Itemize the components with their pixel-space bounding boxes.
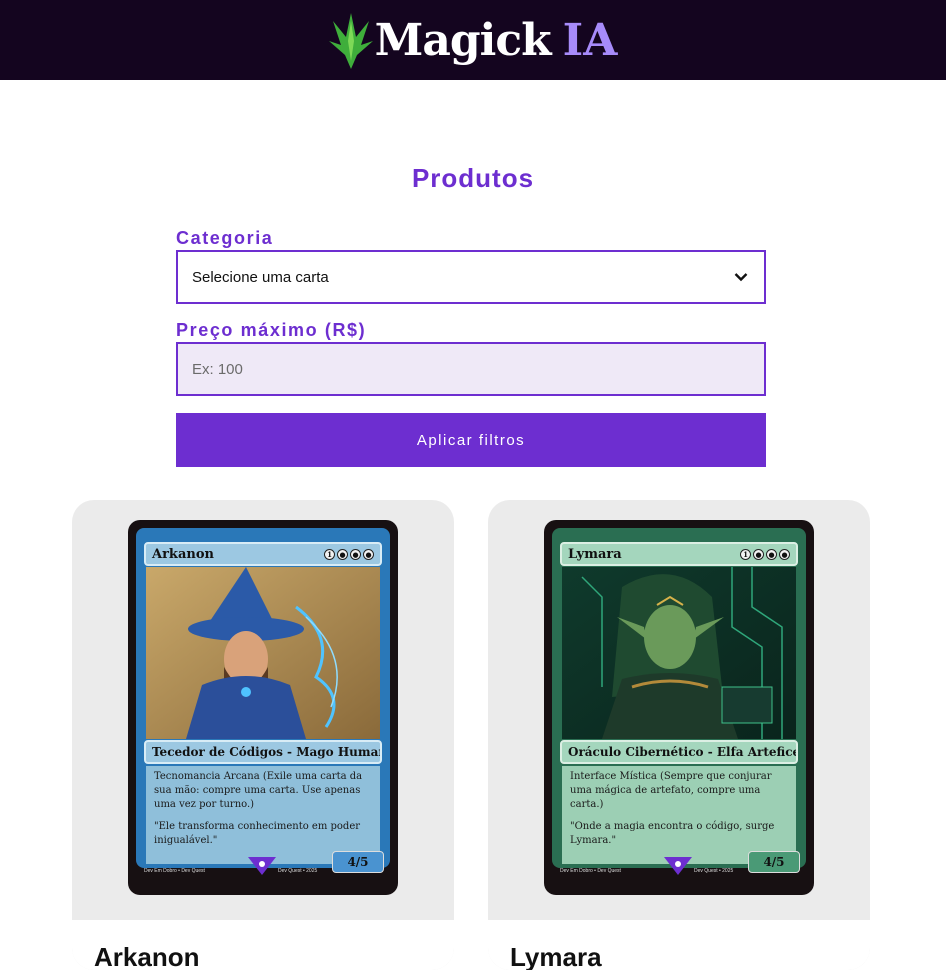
product-card-image: Lymara 1 ● ● ● Oráculo Cibernético - Elf… — [544, 520, 814, 895]
mtg-card-credit-right: Dev Quest • 2025 — [278, 868, 318, 874]
mtg-card-flavor: "Onde a magia encontra o código, surge L… — [570, 821, 775, 846]
set-gem-icon — [664, 857, 692, 875]
mtg-card-credit-right: Dev Quest • 2025 — [694, 868, 734, 874]
mtg-card-text-box: Interface Mística (Sempre que conjurar u… — [562, 766, 796, 864]
mtg-card-text-box: Tecnomancia Arcana (Exile uma carta da s… — [146, 766, 380, 864]
mana-cost-icon: 1 ● ● ● — [324, 548, 374, 560]
mtg-card-art — [146, 567, 380, 739]
mtg-card-type: Oráculo Cibernético - Elfa Artefice — [560, 740, 798, 764]
product-card-footer: Arkanon — [72, 920, 454, 970]
product-card[interactable]: Arkanon 1 ● ● ● Tecedor de Códigos - Mag… — [72, 500, 454, 970]
top-navbar: Magick IA — [0, 0, 946, 80]
mtg-card-type: Tecedor de Códigos - Mago Humano — [144, 740, 382, 764]
mtg-card-power-toughness: 4/5 — [332, 851, 384, 873]
product-card-image: Arkanon 1 ● ● ● Tecedor de Códigos - Mag… — [128, 520, 398, 895]
page-title: Produtos — [411, 163, 535, 193]
max-price-input[interactable] — [192, 360, 750, 378]
mana-cost-icon: 1 ● ● ● — [740, 548, 790, 560]
filter-form: Categoria Selecione uma carta Preço máxi… — [176, 228, 766, 467]
product-name: Lymara — [510, 942, 602, 970]
category-select-value: Selecione uma carta — [192, 268, 329, 286]
brand-logo[interactable]: Magick IA — [328, 11, 618, 69]
mtg-card-flavor: "Ele transforma conhecimento em poder in… — [154, 821, 361, 846]
product-card[interactable]: Lymara 1 ● ● ● Oráculo Cibernético - Elf… — [488, 500, 870, 970]
chevron-down-icon — [734, 272, 748, 282]
mtg-card-credit-left: Dev Em Dobro • Dev Quest — [144, 868, 205, 874]
product-name: Arkanon — [94, 942, 200, 970]
apply-filters-button[interactable]: Aplicar filtros — [176, 413, 766, 467]
brand-name: Magick — [374, 14, 552, 66]
max-price-field — [176, 342, 766, 396]
mtg-card-title-bar: Arkanon 1 ● ● ● — [144, 542, 382, 566]
mtg-card-title: Lymara — [568, 546, 622, 562]
mtg-card-credit-left: Dev Em Dobro • Dev Quest — [560, 868, 621, 874]
mtg-card-power-toughness: 4/5 — [748, 851, 800, 873]
mtg-card-art — [562, 567, 796, 739]
product-card-footer: Lymara — [488, 920, 870, 970]
leaf-logo-icon — [328, 13, 373, 69]
brand-accent: IA — [562, 14, 618, 66]
mtg-card-ability: Tecnomancia Arcana (Exile uma carta da s… — [154, 771, 363, 810]
mtg-card-title: Arkanon — [152, 546, 214, 562]
mtg-card-title-bar: Lymara 1 ● ● ● — [560, 542, 798, 566]
mtg-card-ability: Interface Mística (Sempre que conjurar u… — [570, 771, 772, 810]
category-select[interactable]: Selecione uma carta — [176, 250, 766, 304]
set-gem-icon — [248, 857, 276, 875]
max-price-label: Preço máximo (R$) — [176, 320, 367, 340]
category-label: Categoria — [176, 228, 274, 248]
